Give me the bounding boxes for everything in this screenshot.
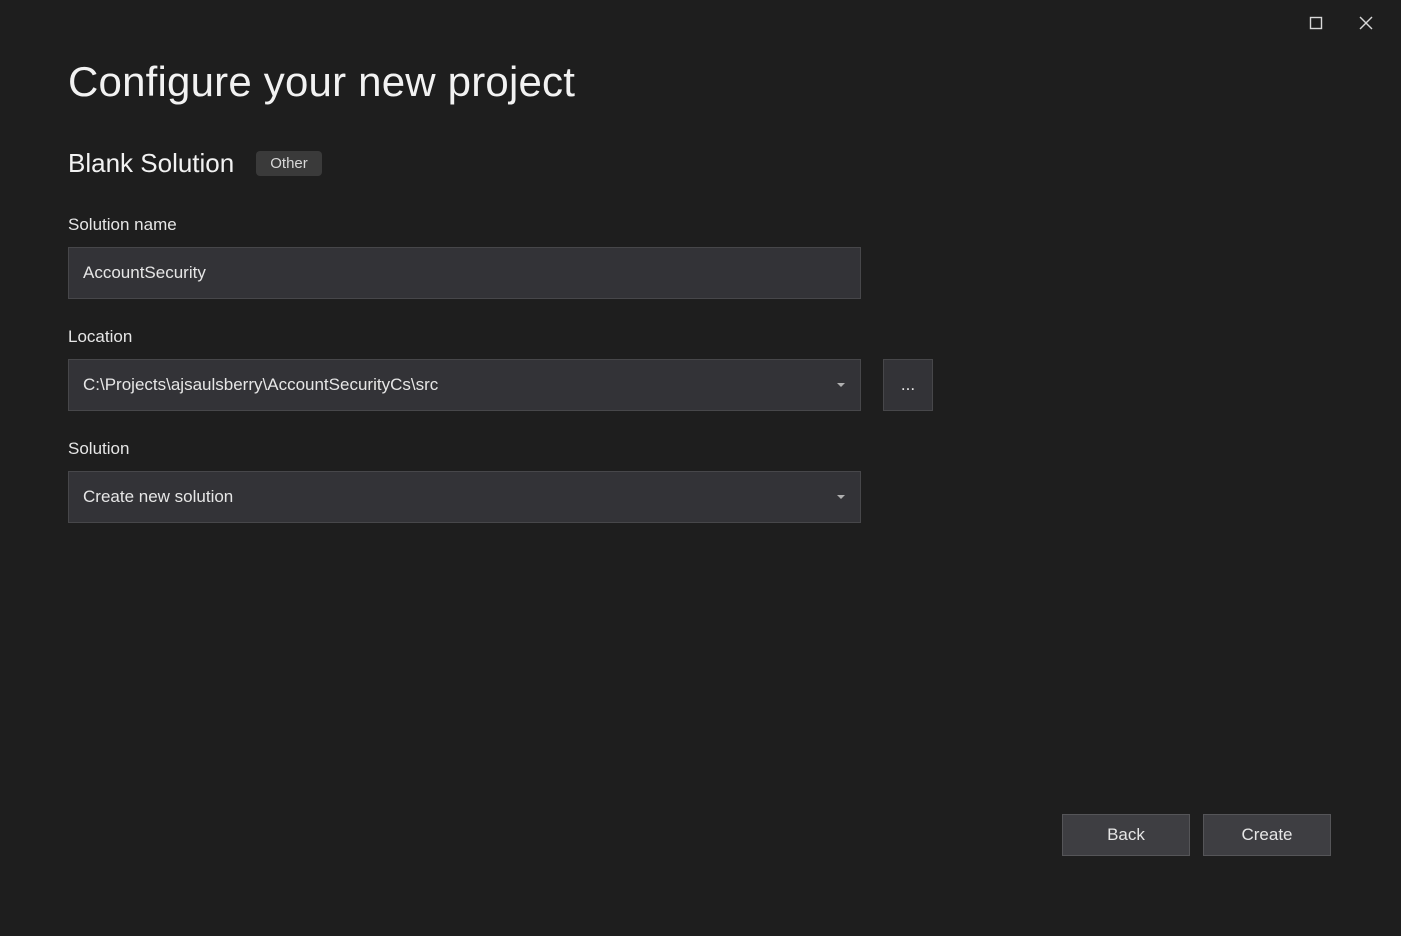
template-tag: Other	[256, 151, 322, 176]
location-combo[interactable]: C:\Projects\ajsaulsberry\AccountSecurity…	[68, 359, 861, 411]
template-info: Blank Solution Other	[68, 148, 1333, 179]
solution-group: Solution Create new solution	[68, 439, 1333, 523]
solution-combo[interactable]: Create new solution	[68, 471, 861, 523]
solution-label: Solution	[68, 439, 1333, 459]
solution-value: Create new solution	[83, 487, 233, 507]
main-content: Configure your new project Blank Solutio…	[0, 0, 1401, 523]
page-title: Configure your new project	[68, 58, 1333, 106]
browse-button[interactable]: ...	[883, 359, 933, 411]
create-button[interactable]: Create	[1203, 814, 1331, 856]
solution-name-group: Solution name	[68, 215, 1333, 299]
solution-name-input[interactable]	[68, 247, 861, 299]
close-icon	[1359, 16, 1373, 30]
close-button[interactable]	[1343, 0, 1389, 46]
maximize-icon	[1309, 16, 1323, 30]
chevron-down-icon	[836, 380, 846, 390]
maximize-button[interactable]	[1293, 0, 1339, 46]
location-value: C:\Projects\ajsaulsberry\AccountSecurity…	[83, 375, 438, 395]
footer: Back Create	[1062, 814, 1331, 856]
solution-name-label: Solution name	[68, 215, 1333, 235]
back-button[interactable]: Back	[1062, 814, 1190, 856]
location-group: Location C:\Projects\ajsaulsberry\Accoun…	[68, 327, 1333, 411]
chevron-down-icon	[836, 492, 846, 502]
location-label: Location	[68, 327, 1333, 347]
template-name: Blank Solution	[68, 148, 234, 179]
titlebar	[1293, 0, 1401, 46]
